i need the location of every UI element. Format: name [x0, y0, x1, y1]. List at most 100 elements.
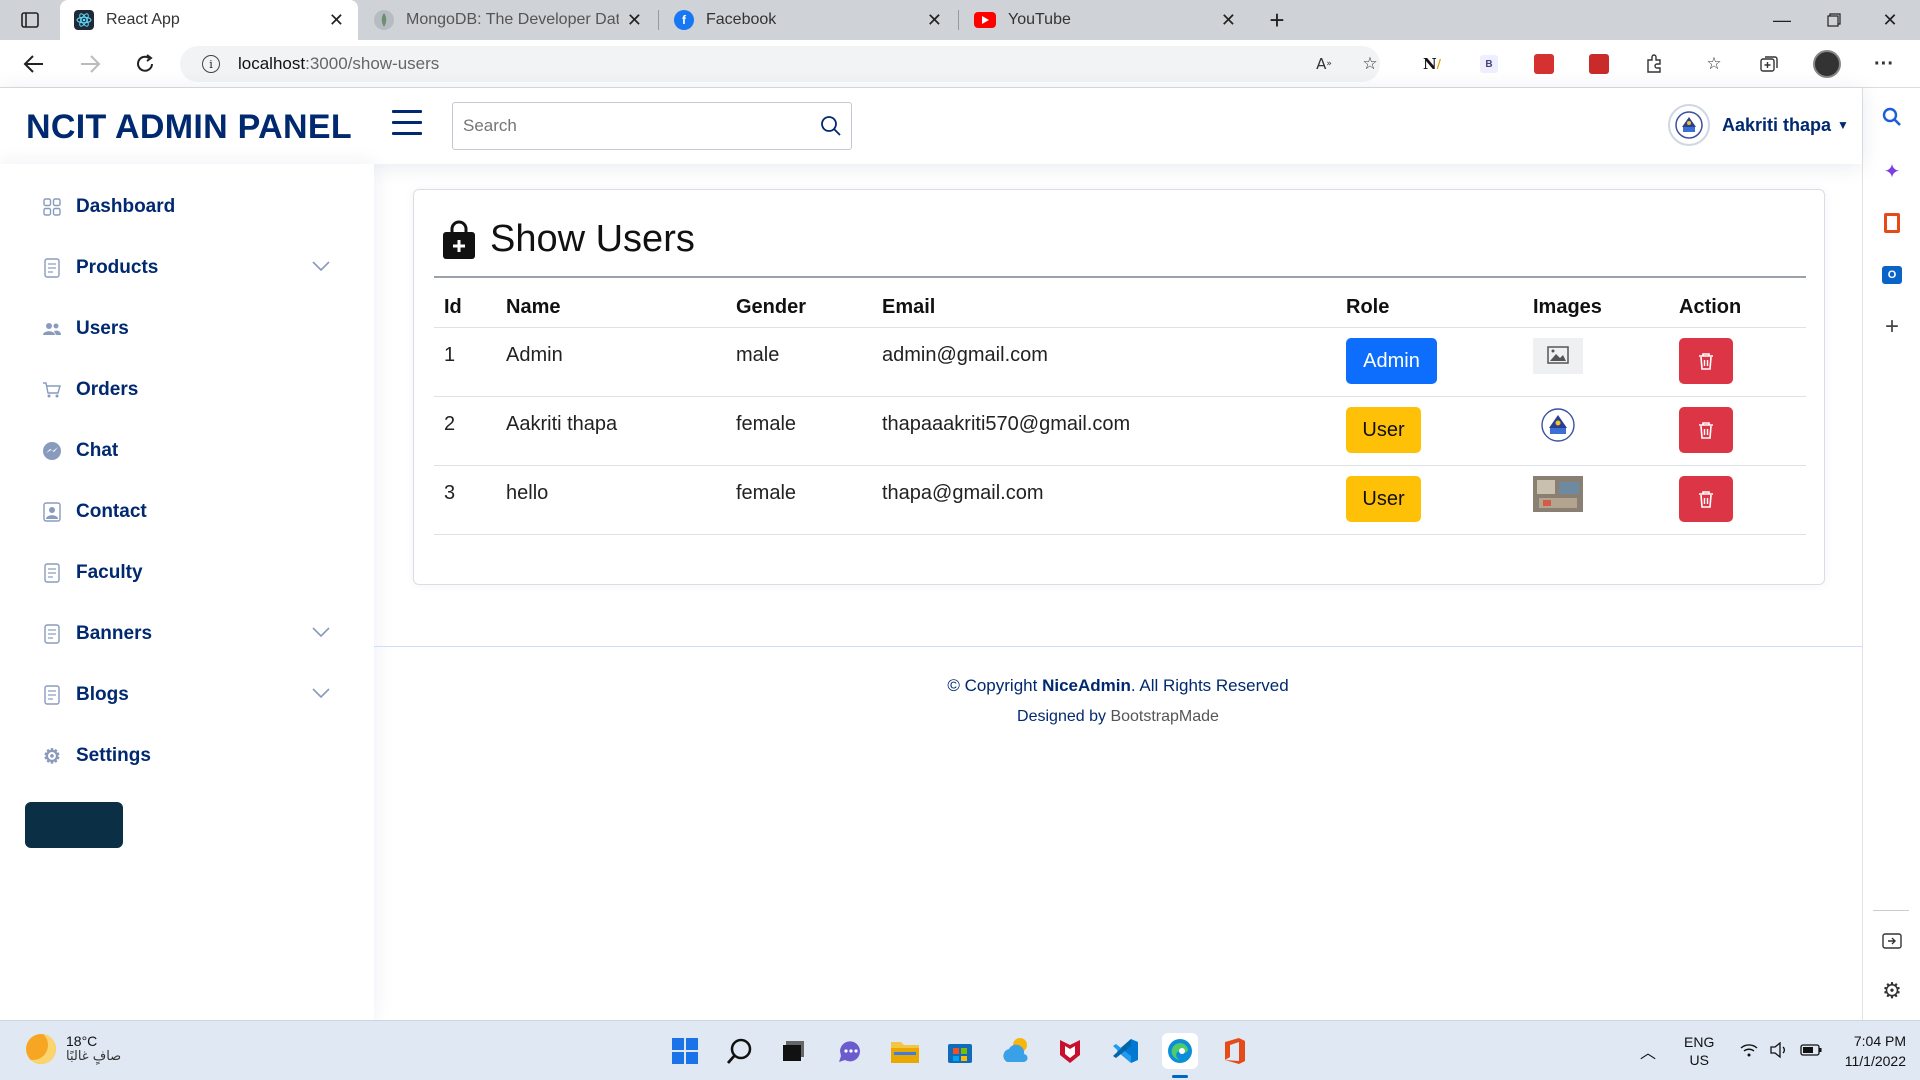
url-field[interactable]: i localhost:3000/show-users [180, 46, 1380, 82]
table-header-row: Id Name Gender Email Role Images Action [434, 289, 1806, 328]
extension-n-icon[interactable]: N / [1418, 50, 1446, 78]
cell-email: thapa@gmail.com [872, 465, 1336, 535]
extension-b-icon[interactable]: B [1475, 50, 1503, 78]
favorites-icon[interactable]: ☆ [1700, 50, 1728, 78]
battery-icon[interactable] [1800, 1043, 1822, 1059]
tab-youtube[interactable]: YouTube ✕ [960, 0, 1250, 40]
close-window-icon[interactable]: ✕ [1862, 0, 1918, 40]
more-icon[interactable]: ··· [1870, 50, 1898, 78]
sidebar-item-orders[interactable]: Orders [26, 366, 342, 414]
search-input[interactable] [453, 103, 811, 149]
split-screen-icon[interactable] [1879, 928, 1905, 954]
search-icon[interactable] [722, 1033, 758, 1069]
sidebar-item-products[interactable]: Products [26, 244, 342, 292]
chevron-up-icon[interactable]: ︿ [1640, 1039, 1656, 1063]
vscode-icon[interactable] [1107, 1033, 1143, 1069]
sidebar-item-contact[interactable]: Contact [26, 488, 342, 536]
file-explorer-icon[interactable] [887, 1033, 923, 1069]
delete-button[interactable] [1679, 475, 1733, 522]
minimize-icon[interactable]: — [1754, 0, 1810, 40]
site-info-icon[interactable]: i [202, 55, 220, 73]
logout-button[interactable]: Logout [25, 802, 123, 848]
tab-mongodb[interactable]: MongoDB: The Developer Data P ✕ [360, 0, 656, 40]
cell-role: Admin [1336, 327, 1523, 397]
sidebar-item-settings[interactable]: ⚙ Settings [26, 732, 342, 780]
read-aloud-icon[interactable]: A» [1310, 50, 1338, 78]
close-tab-icon[interactable]: ✕ [1221, 10, 1236, 31]
logo[interactable]: NCIT ADMIN PANEL [26, 108, 352, 147]
collections-icon[interactable] [1755, 50, 1783, 78]
designer-link[interactable]: BootstrapMade [1110, 708, 1219, 725]
footer-copyright: © Copyright NiceAdmin. All Rights Reserv… [374, 676, 1862, 696]
extension-red2-icon[interactable] [1585, 50, 1613, 78]
delete-button[interactable] [1679, 406, 1733, 453]
sidebar-item-blogs[interactable]: Blogs [26, 671, 342, 719]
column-header: Action [1669, 289, 1806, 328]
office-icon[interactable] [1879, 210, 1905, 236]
sidebar-item-chat[interactable]: Chat [26, 427, 342, 475]
add-favorite-icon[interactable]: ☆ [1356, 50, 1384, 78]
language-indicator[interactable]: ENG US [1684, 1033, 1714, 1069]
weather-text: صافٍ غالبًا [66, 1049, 122, 1064]
extensions-icon[interactable] [1640, 50, 1668, 78]
role-badge-user[interactable]: User [1346, 406, 1421, 453]
grid-icon [42, 197, 62, 217]
cell-id: 3 [434, 465, 496, 535]
cell-id: 1 [434, 327, 496, 397]
sidebar-item-label: Users [76, 318, 129, 339]
mcafee-icon[interactable] [1052, 1033, 1088, 1069]
table-row: 3 hello female thapa@gmail.com User [434, 465, 1806, 535]
outlook-icon[interactable]: O [1879, 262, 1905, 288]
role-badge-user[interactable]: User [1346, 475, 1421, 522]
tab-facebook[interactable]: f Facebook ✕ [660, 0, 956, 40]
document-icon [42, 685, 62, 705]
copyright-suffix: . All Rights Reserved [1130, 676, 1289, 695]
url-path: :3000/show-users [305, 54, 440, 73]
store-icon[interactable] [942, 1033, 978, 1069]
search-icon[interactable] [811, 106, 851, 146]
teams-chat-icon[interactable] [832, 1033, 868, 1069]
cell-action [1669, 327, 1806, 397]
forward-icon[interactable] [72, 48, 108, 80]
column-header: Images [1523, 289, 1669, 328]
tab-actions-icon[interactable] [2, 0, 58, 40]
extension-red-icon[interactable] [1530, 50, 1558, 78]
wifi-icon[interactable] [1740, 1043, 1758, 1060]
task-view-icon[interactable] [776, 1033, 812, 1069]
weather-app-icon[interactable] [998, 1033, 1034, 1069]
sidebar-item-dashboard[interactable]: Dashboard [26, 183, 342, 231]
browser-tab-bar: React App ✕ MongoDB: The Developer Data … [0, 0, 1920, 40]
sidebar-item-users[interactable]: Users [26, 305, 342, 353]
profile-dropdown[interactable]: Aakriti thapa ▼ [1668, 104, 1849, 146]
delete-button[interactable] [1679, 337, 1733, 384]
sparkle-icon[interactable]: ✦ [1879, 158, 1905, 184]
close-tab-icon[interactable]: ✕ [329, 10, 344, 31]
clock[interactable]: 7:04 PM 11/1/2022 [1830, 1031, 1906, 1071]
close-tab-icon[interactable]: ✕ [627, 10, 642, 31]
people-icon [42, 319, 62, 339]
sidebar-item-faculty[interactable]: Faculty [26, 549, 342, 597]
new-tab-icon[interactable]: + [1252, 0, 1302, 40]
settings-gear-icon[interactable]: ⚙ [1879, 978, 1905, 1004]
photo-image-icon [1533, 475, 1583, 512]
add-icon[interactable]: + [1879, 313, 1905, 340]
close-tab-icon[interactable]: ✕ [927, 10, 942, 31]
volume-icon[interactable] [1770, 1041, 1788, 1061]
footer-divider [374, 646, 1862, 647]
edge-sidebar: ✦ O + ⚙ [1862, 88, 1920, 1020]
weather-widget[interactable]: 18°C صافٍ غالبًا [26, 1033, 121, 1064]
refresh-icon[interactable] [127, 48, 163, 80]
column-header: Name [496, 289, 726, 328]
windows-start-icon[interactable] [667, 1033, 703, 1069]
hamburger-menu-icon[interactable] [392, 110, 422, 136]
back-icon[interactable] [16, 48, 52, 80]
tab-react-app[interactable]: React App ✕ [60, 0, 358, 40]
sidebar-item-label: Dashboard [76, 196, 176, 217]
role-badge-admin[interactable]: Admin [1346, 337, 1437, 384]
restore-icon[interactable] [1806, 0, 1862, 40]
profile-avatar-icon[interactable] [1813, 50, 1841, 78]
office-app-icon[interactable] [1217, 1033, 1253, 1069]
search-icon[interactable] [1879, 104, 1905, 130]
sidebar-item-banners[interactable]: Banners [26, 610, 342, 658]
edge-icon[interactable] [1162, 1033, 1198, 1069]
